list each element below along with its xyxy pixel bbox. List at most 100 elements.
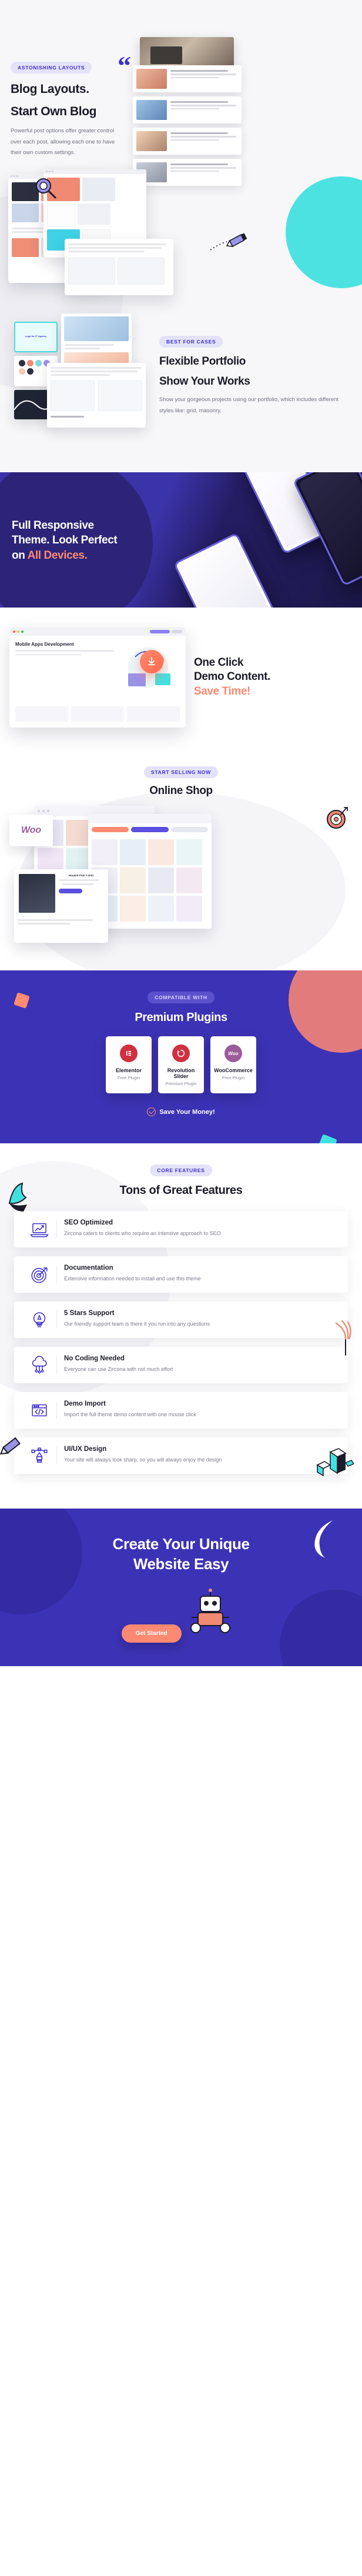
plugin-name: Elementor: [115, 1067, 142, 1074]
landing-page: ASTONISHING LAYOUTS Blog Layouts. Start …: [0, 0, 362, 1667]
plugin-name: Revolution Slider: [167, 1067, 195, 1080]
blog-card-thumb: [136, 69, 167, 89]
feature-body: No Coding Needed Everyone can use Zircon…: [64, 1355, 340, 1374]
features-title: Tons of Great Features: [119, 1184, 243, 1197]
plugin-type: Free Plugin: [222, 1075, 245, 1081]
decorative-circle-2: [280, 1590, 362, 1667]
online-shop-section: START SELLING NOW Online Shop Woo Hooded…: [0, 750, 362, 970]
feature-card-no-coding: No Coding Needed Everyone can use Zircon…: [14, 1346, 348, 1383]
blog-card-thumb: [136, 131, 167, 151]
demo-text-block: One Click Demo Content. Save Time!: [186, 656, 353, 699]
lightbulb-icon: [22, 1310, 56, 1330]
download-button[interactable]: [140, 649, 163, 673]
blog-screenshot-3: [65, 238, 173, 295]
target-icon: [327, 806, 348, 829]
features-header: CORE FEATURES Tons of Great Features: [0, 1164, 362, 1197]
portfolio-title-line1: Flexible Portfolio: [159, 355, 246, 368]
feature-body: Demo Import Import the full theme demo c…: [64, 1400, 340, 1420]
shop-screenshots: Hooded Pink T-shirt: [0, 803, 362, 950]
feature-title: UI/UX Design: [64, 1446, 107, 1453]
laptop-chart-icon: [22, 1219, 56, 1239]
feature-body: UI/UX Design Your site will always look …: [64, 1446, 340, 1465]
portfolio-text-block: BEST FOR CASES Flexible Portfolio Show Y…: [155, 313, 351, 449]
feature-body: 5 Stars Support Our friendly support tea…: [64, 1310, 340, 1329]
feature-body: SEO Optimized Zircona caters to clients …: [64, 1219, 340, 1239]
feature-title: No Coding Needed: [64, 1355, 125, 1363]
portfolio-card-label: Logo for IT Agency: [25, 334, 47, 338]
blog-card-lines: [170, 131, 238, 151]
demo-title-line2: Demo Content.: [194, 670, 270, 683]
core-features-section: CORE FEATURES Tons of Great Features SEO…: [0, 1143, 362, 1509]
plugins-title: Premium Plugins: [135, 1010, 227, 1024]
code-window-icon: [22, 1400, 56, 1420]
cloud-network-icon: [22, 1355, 56, 1375]
cta-section: Create Your Unique Website Easy Get Star…: [0, 1508, 362, 1667]
decorative-square-teal: [317, 1134, 337, 1144]
responsive-title-line3: on All Devices.: [12, 548, 117, 563]
portfolio-row: Logo for IT Agency BEST FOR CASES Flexib…: [0, 296, 362, 449]
responsive-section: Full Responsive Theme. Look Perfect on A…: [0, 472, 362, 608]
divider: [56, 1310, 57, 1329]
feature-card-documentation: Documentation Extensive information need…: [14, 1256, 348, 1293]
get-started-button[interactable]: Get Started: [121, 1624, 182, 1643]
illustration-graphic: [128, 647, 170, 688]
product-title: Hooded Pink T-shirt: [68, 873, 94, 877]
plugin-card-woocommerce[interactable]: Woo WooCommerce Free Plugin: [210, 1036, 256, 1094]
pencil-icon: [210, 233, 247, 251]
plugin-type: Premium Plugin: [165, 1081, 197, 1087]
plugin-card-elementor[interactable]: Elementor Free Plugin: [106, 1036, 152, 1094]
shop-header: START SELLING NOW Online Shop: [0, 766, 362, 798]
portfolio-description: Show your gorgeous projects using our po…: [159, 396, 339, 414]
magnifier-icon: [36, 178, 56, 199]
plugin-card-revolution-slider[interactable]: Revolution Slider Premium Plugin: [158, 1036, 204, 1094]
feature-body: Documentation Extensive information need…: [64, 1264, 340, 1284]
pen-tool-icon: [22, 1446, 56, 1466]
cta-title-line1: Create Your Unique: [112, 1534, 250, 1553]
plugin-card-list: Elementor Free Plugin Revolution Slider …: [0, 1036, 362, 1094]
decorative-square-coral: [14, 992, 30, 1009]
woo-logo-text: Woo: [21, 825, 42, 835]
portfolio-preview-block: Logo for IT Agency: [11, 313, 155, 449]
target-icon: [22, 1264, 56, 1284]
blog-card: [133, 128, 242, 155]
demo-title-line1: One Click: [194, 656, 244, 669]
responsive-title-prefix: on: [12, 549, 28, 562]
feature-card-seo: SEO Optimized Zircona caters to clients …: [14, 1210, 348, 1247]
quote-icon: “: [118, 51, 131, 81]
portfolio-card-logo: Logo for IT Agency: [14, 321, 58, 352]
browser-bar: [43, 169, 146, 174]
responsive-title-accent: All Devices.: [27, 549, 88, 562]
blog-card-thumb: [136, 100, 167, 120]
shop-badge: START SELLING NOW: [144, 766, 218, 778]
feature-title: Documentation: [64, 1264, 113, 1272]
blog-title-line1: Blog Layouts.: [11, 82, 89, 96]
filter-row: [88, 823, 212, 836]
plugins-badge: COMPATIBLE WITH: [148, 991, 214, 1003]
demo-row: Mobile Apps Development One Click Demo C…: [0, 627, 362, 728]
shop-screenshot-3: Hooded Pink T-shirt: [14, 869, 108, 943]
blog-description: Powerful post options offer greater cont…: [11, 128, 115, 156]
features-badge: CORE FEATURES: [150, 1164, 212, 1177]
illustration-pair: [47, 378, 146, 414]
device-mockup-tablet: [173, 532, 281, 608]
divider: [56, 1446, 57, 1464]
decorative-circle-teal: [286, 176, 362, 288]
feature-description: Import the full theme demo content with …: [64, 1412, 196, 1418]
divider: [56, 1265, 57, 1283]
blog-preview-block: “: [115, 32, 351, 186]
screenshot-grid: [65, 254, 173, 288]
responsive-title-line1: Full Responsive: [12, 519, 94, 532]
save-money-note: Save Your Money!: [0, 1107, 362, 1117]
feature-title: SEO Optimized: [64, 1219, 113, 1227]
portfolio-title-line2: Show Your Works: [159, 375, 250, 388]
demo-title-accent: Save Time!: [194, 685, 250, 698]
feature-description: Extensive information needed to install …: [64, 1276, 201, 1282]
blog-portfolio-section: ASTONISHING LAYOUTS Blog Layouts. Start …: [0, 0, 362, 472]
save-money-text: Save Your Money!: [159, 1108, 215, 1116]
responsive-title-line2: Theme. Look Perfect: [12, 534, 118, 547]
blog-text-block: ASTONISHING LAYOUTS Blog Layouts. Start …: [11, 32, 115, 159]
demo-content-section: Mobile Apps Development One Click Demo C…: [0, 607, 362, 751]
feature-card-list: SEO Optimized Zircona caters to clients …: [0, 1210, 362, 1474]
robot-mascot-icon: [190, 1589, 231, 1634]
blog-row: ASTONISHING LAYOUTS Blog Layouts. Start …: [0, 32, 362, 186]
